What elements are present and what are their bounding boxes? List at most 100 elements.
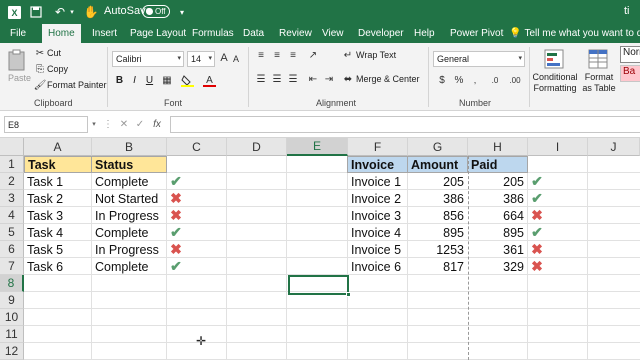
align-top-icon[interactable]: ≡ (254, 49, 268, 61)
formula-input[interactable] (170, 116, 640, 133)
amount-header-cell[interactable]: Amount (407, 156, 468, 173)
paid-header-cell[interactable]: Paid (467, 156, 528, 173)
invoice-cell[interactable]: Invoice 4 (348, 224, 407, 241)
task-header-cell[interactable]: Task (24, 156, 92, 173)
align-bottom-icon[interactable]: ≡ (286, 49, 300, 61)
chevron-down-icon[interactable]: ▾ (90, 118, 98, 130)
row-header-7[interactable]: 7 (0, 258, 24, 275)
row-header-2[interactable]: 2 (0, 173, 24, 190)
row-header-8[interactable]: 8 (0, 275, 24, 292)
status-cell[interactable]: In Progress (92, 241, 166, 258)
align-left-icon[interactable]: ☰ (254, 73, 268, 85)
row-header-11[interactable]: 11 (0, 326, 24, 343)
cut-button[interactable]: Cut (47, 48, 61, 58)
paste-label[interactable]: Paste (8, 73, 31, 83)
font-color-icon[interactable]: A (202, 73, 216, 87)
cancel-icon[interactable]: ✕ (118, 118, 130, 130)
amount-cell[interactable]: 856 (408, 207, 467, 224)
row-header-9[interactable]: 9 (0, 292, 24, 309)
increase-decimal-icon[interactable]: .0 (486, 73, 504, 87)
row-header-10[interactable]: 10 (0, 309, 24, 326)
enter-icon[interactable]: ✓ (134, 118, 146, 130)
task-cell[interactable]: Task 4 (24, 224, 91, 241)
tab-file[interactable]: File (10, 24, 26, 43)
decrease-font-icon[interactable]: A (231, 53, 241, 65)
column-header-e[interactable]: E (287, 138, 348, 156)
amount-cell[interactable]: 386 (408, 190, 467, 207)
column-header-d[interactable]: D (227, 138, 287, 156)
undo-icon[interactable]: ↶ (50, 0, 70, 24)
bold-button[interactable]: B (113, 73, 126, 87)
fill-handle[interactable] (346, 292, 351, 297)
task-cell[interactable]: Task 1 (24, 173, 91, 190)
align-right-icon[interactable]: ☰ (286, 73, 300, 85)
select-all-corner[interactable] (0, 138, 24, 156)
percent-style-icon[interactable]: % (452, 73, 466, 87)
accounting-format-icon[interactable]: $ (434, 73, 450, 87)
status-cell[interactable]: Not Started (92, 190, 166, 207)
status-cell[interactable]: Complete (92, 173, 166, 190)
autosave-toggle[interactable]: Off (142, 5, 170, 18)
underline-button[interactable]: U (143, 73, 156, 87)
column-header-b[interactable]: B (92, 138, 167, 156)
invoice-cell[interactable]: Invoice 6 (348, 258, 407, 275)
undo-dropdown-icon[interactable]: ▾ (68, 0, 76, 24)
status-cell[interactable]: Complete (92, 258, 166, 275)
fill-color-icon[interactable] (180, 73, 194, 87)
tab-view[interactable]: View (322, 24, 344, 43)
number-format-combo[interactable]: General ▾ (433, 51, 525, 67)
column-header-i[interactable]: I (528, 138, 588, 156)
tell-me-search[interactable]: 💡 Tell me what you want to do (509, 24, 640, 43)
tab-developer[interactable]: Developer (358, 24, 404, 43)
invoice-cell[interactable]: Invoice 1 (348, 173, 407, 190)
font-size-combo[interactable]: 14 ▾ (187, 51, 215, 67)
tab-home[interactable]: Home (42, 24, 81, 43)
comma-style-icon[interactable]: , (468, 73, 482, 87)
paid-cell[interactable]: 664 (468, 207, 527, 224)
column-header-c[interactable]: C (167, 138, 227, 156)
tab-review[interactable]: Review (279, 24, 312, 43)
orientation-icon[interactable]: ↗ (306, 49, 320, 61)
worksheet-grid[interactable]: A B C D E F G H I J 1 2 3 4 5 6 7 8 9 10… (0, 138, 640, 360)
merge-center-button[interactable]: Merge & Center (356, 74, 420, 84)
amount-cell[interactable]: 817 (408, 258, 467, 275)
font-name-combo[interactable]: Calibri ▾ (112, 51, 184, 67)
tab-data[interactable]: Data (243, 24, 264, 43)
row-header-4[interactable]: 4 (0, 207, 24, 224)
task-cell[interactable]: Task 5 (24, 241, 91, 258)
format-painter-button[interactable]: Format Painter (47, 80, 107, 90)
task-cell[interactable]: Task 3 (24, 207, 91, 224)
paid-cell[interactable]: 386 (468, 190, 527, 207)
column-header-f[interactable]: F (348, 138, 408, 156)
insert-function-icon[interactable]: fx (150, 118, 164, 130)
paid-cell[interactable]: 329 (468, 258, 527, 275)
borders-icon[interactable]: ▦ (160, 73, 174, 87)
column-header-a[interactable]: A (24, 138, 92, 156)
column-header-h[interactable]: H (468, 138, 528, 156)
status-cell[interactable]: Complete (92, 224, 166, 241)
column-header-g[interactable]: G (408, 138, 468, 156)
touch-mode-icon[interactable]: ✋ (84, 0, 99, 24)
status-header-cell[interactable]: Status (91, 156, 167, 173)
paid-cell[interactable]: 361 (468, 241, 527, 258)
amount-cell[interactable]: 895 (408, 224, 467, 241)
align-center-icon[interactable]: ☰ (270, 73, 284, 85)
active-cell-e8[interactable] (288, 275, 351, 297)
bad-style-cell[interactable]: Ba (620, 65, 640, 82)
amount-cell[interactable]: 1253 (408, 241, 467, 258)
tab-help[interactable]: Help (414, 24, 435, 43)
status-cell[interactable]: In Progress (92, 207, 166, 224)
tab-formulas[interactable]: Formulas (192, 24, 234, 43)
column-header-j[interactable]: J (588, 138, 640, 156)
row-header-1[interactable]: 1 (0, 156, 24, 173)
row-header-6[interactable]: 6 (0, 241, 24, 258)
conditional-formatting-button[interactable]: Conditional Formatting (532, 72, 578, 94)
increase-font-icon[interactable]: A (218, 51, 230, 65)
italic-button[interactable]: I (128, 73, 141, 87)
paid-cell[interactable]: 205 (468, 173, 527, 190)
row-header-12[interactable]: 12 (0, 343, 24, 360)
customize-toolbar-icon[interactable]: ▾ (176, 0, 188, 24)
invoice-cell[interactable]: Invoice 3 (348, 207, 407, 224)
invoice-cell[interactable]: Invoice 2 (348, 190, 407, 207)
tab-insert[interactable]: Insert (92, 24, 117, 43)
